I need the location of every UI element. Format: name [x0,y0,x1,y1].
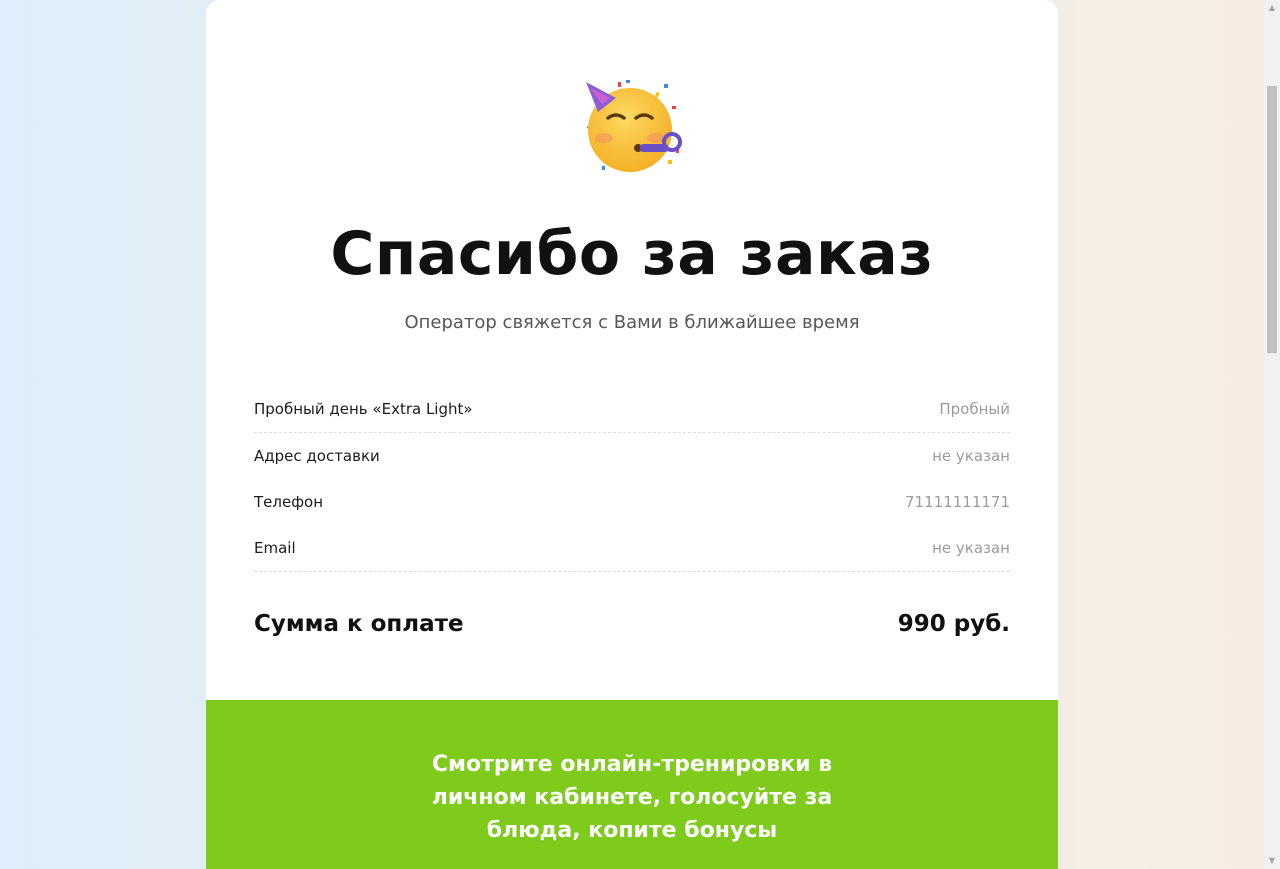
order-row-label: Email [254,539,296,557]
order-row-address: Адрес доставки не указан [254,433,1010,479]
page-title: Спасибо за заказ [330,219,934,289]
scroll-down-icon[interactable]: ▼ [1264,853,1280,869]
order-row-label: Адрес доставки [254,447,380,465]
order-row-value: не указан [932,539,1010,557]
promo-text: Смотрите онлайн-тренировки в личном каби… [431,752,833,843]
order-row-value: не указан [932,447,1010,465]
order-row-label: Телефон [254,493,324,511]
order-row-value: Пробный [939,400,1010,418]
total-value: 990 руб. [897,611,1010,637]
order-total: Сумма к оплате 990 руб. [254,604,1010,644]
scrollbar-thumb[interactable] [1267,86,1277,353]
scroll-up-icon[interactable]: ▲ [1264,0,1280,16]
order-row-product: Пробный день «Extra Light» Пробный [254,386,1010,433]
partying-face-icon [580,78,684,176]
order-row-email: Email не указан [254,525,1010,572]
order-details: Пробный день «Extra Light» Пробный Адрес… [254,386,1010,572]
total-label: Сумма к оплате [254,611,464,637]
order-row-phone: Телефон 71111111171 [254,479,1010,525]
order-row-value: 71111111171 [905,493,1010,511]
promo-banner: Смотрите онлайн-тренировки в личном каби… [206,700,1058,869]
page-subtitle: Оператор свяжется с Вами в ближайшее вре… [404,312,860,333]
page-scrollbar[interactable]: ▲ ▼ [1264,0,1280,869]
order-row-label: Пробный день «Extra Light» [254,400,473,418]
